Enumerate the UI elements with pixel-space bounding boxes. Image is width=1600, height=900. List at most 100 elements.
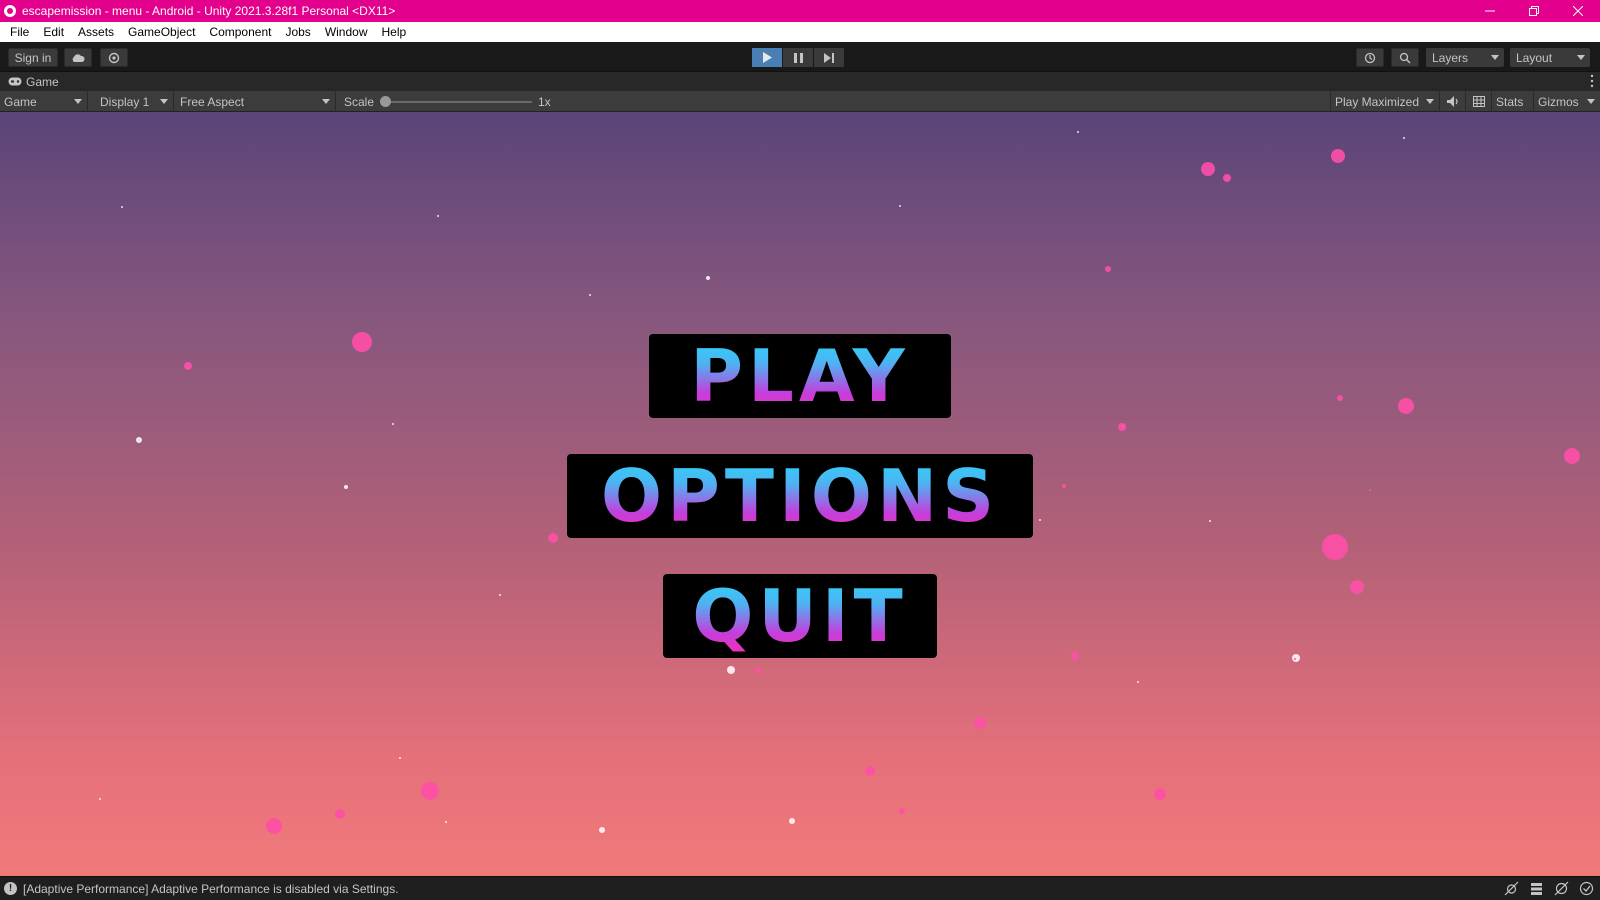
particle (1350, 580, 1364, 594)
particle (184, 362, 192, 370)
cloud-icon[interactable] (64, 48, 92, 67)
star-particle (99, 798, 101, 800)
star-particle (392, 423, 394, 425)
close-icon[interactable] (1556, 0, 1600, 22)
star-particle (1137, 681, 1139, 683)
chevron-down-icon (74, 99, 82, 104)
particle (865, 766, 875, 776)
options-button[interactable]: OPTIONS (567, 454, 1033, 538)
debug-off-icon[interactable] (1504, 881, 1519, 896)
mute-audio-icon[interactable] (1440, 91, 1466, 112)
particle (1201, 162, 1215, 176)
view-mode-label: Game (4, 94, 37, 109)
pause-icon[interactable] (783, 48, 813, 67)
display-dropdown[interactable]: Display 1 (96, 91, 174, 112)
status-bar: ! [Adaptive Performance] Adaptive Perfor… (0, 876, 1600, 900)
star-particle (499, 594, 501, 596)
layout-label: Layout (1516, 50, 1553, 65)
particle (1337, 395, 1343, 401)
tab-game[interactable]: Game (0, 72, 67, 91)
menu-file[interactable]: File (3, 22, 36, 42)
menu-gameobject[interactable]: GameObject (121, 22, 202, 42)
sign-in-button[interactable]: Sign in (8, 48, 58, 67)
star-particle (1039, 519, 1041, 521)
menu-help[interactable]: Help (375, 22, 414, 42)
play-button[interactable]: PLAY (649, 334, 951, 418)
restore-icon[interactable] (1512, 0, 1556, 22)
particle (1223, 174, 1231, 182)
particle (1105, 266, 1111, 272)
auto-generate-lighting-icon[interactable] (1554, 881, 1569, 896)
chevron-down-icon (1577, 55, 1585, 60)
aspect-label: Free Aspect (180, 94, 245, 109)
stats-button[interactable]: Stats (1492, 91, 1534, 112)
particle (266, 818, 282, 834)
scale-value: 1x (538, 94, 551, 109)
gamepad-icon (8, 77, 22, 86)
particle (899, 808, 905, 814)
chevron-down-icon (1426, 99, 1434, 104)
display-label: Display 1 (100, 94, 150, 109)
game-viewport[interactable]: PLAY OPTIONS QUIT (0, 112, 1600, 876)
particle (1331, 149, 1345, 163)
game-view-toolbar: Game Display 1 Free Aspect Scale 1x Play… (0, 91, 1600, 112)
scale-slider-thumb[interactable] (380, 96, 391, 107)
play-button-label: PLAY (690, 334, 910, 418)
main-toolbar: Sign in Layers Layout (0, 42, 1600, 72)
particle (421, 782, 439, 800)
menu-window[interactable]: Window (318, 22, 375, 42)
menu-bar: File Edit Assets GameObject Component Jo… (0, 22, 1600, 42)
aspect-dropdown[interactable]: Free Aspect (176, 91, 336, 112)
history-icon[interactable] (1356, 48, 1384, 67)
grid-icon[interactable] (1466, 91, 1492, 112)
options-button-label: OPTIONS (600, 454, 1000, 538)
star-particle (136, 437, 142, 443)
info-icon: ! (4, 882, 17, 895)
chevron-down-icon (1491, 55, 1499, 60)
more-options-icon[interactable] (1590, 74, 1594, 88)
window-titlebar: escapemission - menu - Android - Unity 2… (0, 0, 1600, 22)
play-icon[interactable] (752, 48, 782, 67)
stack-icon[interactable] (1529, 881, 1544, 896)
menu-edit[interactable]: Edit (36, 22, 71, 42)
scale-label: Scale (344, 94, 375, 109)
layers-dropdown[interactable]: Layers (1426, 48, 1504, 67)
layout-dropdown[interactable]: Layout (1510, 48, 1590, 67)
chevron-down-icon (322, 99, 330, 104)
menu-component[interactable]: Component (202, 22, 278, 42)
star-particle (789, 818, 795, 824)
quit-button[interactable]: QUIT (663, 574, 937, 658)
scale-slider-track[interactable] (384, 101, 532, 103)
particle (352, 332, 372, 352)
star-particle (121, 206, 123, 208)
particle (1071, 652, 1079, 660)
menu-jobs[interactable]: Jobs (278, 22, 317, 42)
star-particle (727, 666, 735, 674)
star-particle (589, 294, 591, 296)
play-mode-dropdown[interactable]: Play Maximized (1330, 91, 1440, 112)
star-particle (1403, 137, 1405, 139)
collab-icon[interactable] (100, 48, 128, 67)
star-particle (899, 205, 901, 207)
quit-button-label: QUIT (692, 574, 908, 658)
console-message[interactable]: [Adaptive Performance] Adaptive Performa… (23, 882, 399, 896)
star-particle (599, 827, 605, 833)
particle (1062, 484, 1066, 488)
step-icon[interactable] (814, 48, 844, 67)
particle (335, 809, 345, 819)
minimize-icon[interactable] (1468, 0, 1512, 22)
star-particle (344, 485, 348, 489)
star-particle (399, 757, 401, 759)
particle (1398, 398, 1414, 414)
window-title: escapemission - menu - Android - Unity 2… (22, 4, 396, 18)
star-particle (445, 821, 447, 823)
particle (1118, 423, 1126, 431)
gizmos-dropdown[interactable]: Gizmos (1534, 91, 1600, 112)
playmode-controls (752, 48, 844, 67)
menu-assets[interactable]: Assets (71, 22, 121, 42)
check-circle-icon[interactable] (1579, 881, 1594, 896)
gizmos-label: Gizmos (1538, 94, 1579, 109)
search-icon[interactable] (1391, 48, 1419, 67)
view-mode-dropdown[interactable]: Game (0, 91, 88, 112)
particle (548, 533, 558, 543)
